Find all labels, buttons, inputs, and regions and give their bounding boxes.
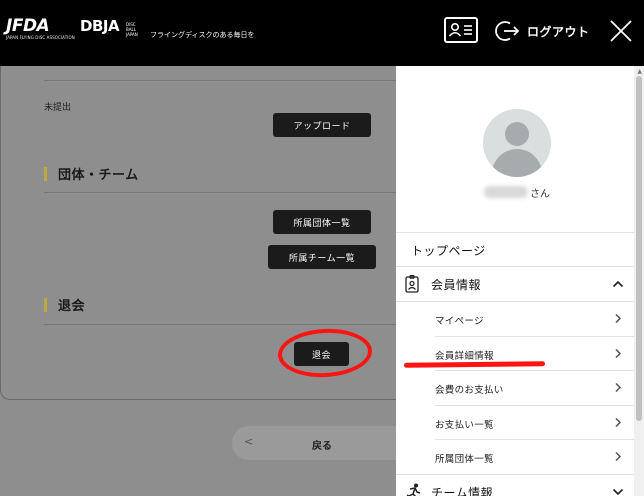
back-button-label: 戻る — [312, 441, 332, 452]
scroll-thumb[interactable] — [636, 76, 642, 421]
scroll-up-arrow-icon[interactable]: ▲ — [637, 68, 642, 75]
section-withdraw: 退会 — [44, 295, 85, 314]
submenu-item-label: 会員詳細情報 — [435, 351, 494, 362]
chevron-up-icon — [612, 280, 624, 288]
chevron-right-icon — [615, 313, 622, 324]
submenu-item-label: マイページ — [435, 316, 484, 327]
submenu-item-my-page[interactable]: マイページ — [435, 302, 634, 336]
logout-button[interactable]: ログアウト — [495, 18, 590, 44]
jfda-logo[interactable]: JFDA JAPAN FLYING DISC ASSOCIATION — [6, 18, 76, 42]
divider — [44, 80, 404, 81]
section-team-title: 団体・チーム — [58, 168, 139, 183]
submenu-item-payment-list[interactable]: お支払い一覧 — [435, 406, 634, 440]
submenu-item-label: 所属団体一覧 — [435, 454, 494, 465]
chevron-right-icon — [615, 451, 622, 462]
affiliated-team-button[interactable]: 所属チーム一覧 — [268, 245, 376, 269]
avatar — [483, 109, 551, 177]
page-content-overlay: 未提出 アップロード 団体・チーム 所属団体一覧 所属チーム一覧 退会 退会 <… — [0, 66, 412, 496]
upload-button[interactable]: アップロード — [273, 113, 371, 137]
back-arrow-icon: < — [244, 435, 254, 448]
menu-section-member-info[interactable]: 会員情報 — [396, 267, 634, 301]
logout-label: ログアウト — [527, 24, 590, 39]
document-status-text: 未提出 — [44, 103, 72, 113]
logout-icon — [495, 21, 520, 41]
chevron-right-icon — [615, 348, 622, 359]
user-name-redacted — [484, 186, 528, 198]
id-badge-icon — [405, 275, 419, 293]
member-card-button[interactable] — [444, 17, 478, 43]
user-name-suffix: さん — [530, 189, 550, 200]
affiliated-org-button[interactable]: 所属団体一覧 — [273, 210, 371, 234]
submenu-item-affiliated-orgs[interactable]: 所属団体一覧 — [435, 440, 634, 474]
id-card-icon — [448, 23, 472, 37]
side-menu-panel: ▲ さん トップページ 会員情報 マイページ 会員詳細情報 会費のお支払い お支… — [396, 66, 644, 496]
submenu-item-label: 会費のお支払い — [435, 385, 504, 396]
chevron-right-icon — [615, 382, 622, 393]
section-accent-bar — [44, 166, 47, 181]
dbja-logo[interactable]: DBJA DISC BALL JAPAN — [80, 18, 142, 42]
member-info-label: 会員情報 — [431, 277, 482, 292]
submenu-item-label: お支払い一覧 — [435, 420, 494, 431]
divider — [44, 192, 404, 193]
site-header: JFDA JAPAN FLYING DISC ASSOCIATION DBJA … — [0, 0, 644, 66]
menu-item-top-page[interactable]: トップページ — [411, 242, 486, 259]
avatar-head — [505, 122, 529, 146]
running-person-icon — [406, 483, 421, 496]
close-menu-button[interactable] — [608, 18, 634, 44]
chevron-right-icon — [615, 417, 622, 428]
divider — [44, 324, 404, 325]
close-icon — [610, 20, 632, 42]
panel-scrollbar[interactable]: ▲ — [634, 66, 644, 496]
section-team: 団体・チーム — [44, 164, 139, 183]
section-withdraw-title: 退会 — [58, 299, 86, 314]
team-info-label: チーム情報 — [431, 485, 494, 496]
submenu-item-fee-payment[interactable]: 会費のお支払い — [435, 371, 634, 405]
menu-section-team-info[interactable]: チーム情報 — [396, 475, 634, 496]
divider — [396, 232, 634, 233]
section-accent-bar — [44, 297, 47, 312]
site-tagline: フライングディスクのある毎日を — [150, 31, 255, 39]
avatar-body — [492, 149, 542, 177]
chevron-down-icon — [612, 488, 624, 496]
